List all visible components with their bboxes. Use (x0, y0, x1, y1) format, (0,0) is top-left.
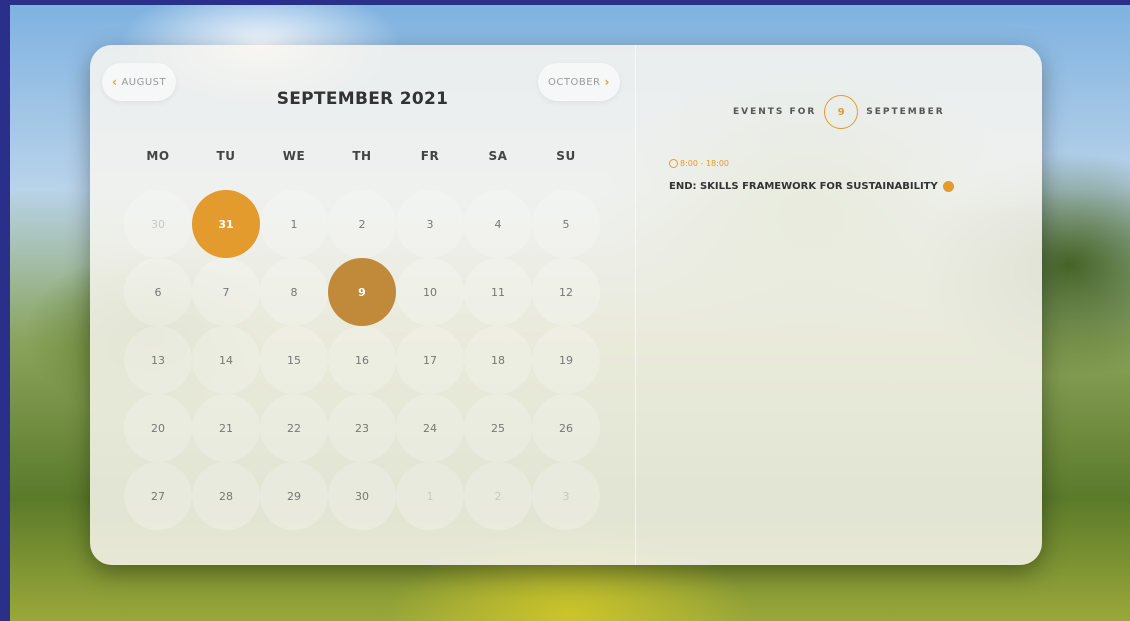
day-cell[interactable]: 10 (396, 258, 464, 326)
chevron-left-icon: ‹ (112, 75, 118, 89)
events-header-prefix: EVENTS FOR (733, 107, 817, 117)
day-cell[interactable]: 6 (124, 258, 192, 326)
day-cell[interactable]: 30 (124, 190, 192, 258)
event-time: 8:00 - 18:00 (669, 159, 729, 168)
weekday-su: SU (556, 149, 576, 163)
clock-icon (669, 159, 678, 168)
day-cell[interactable]: 5 (532, 190, 600, 258)
day-cell[interactable]: 17 (396, 326, 464, 394)
day-cell[interactable]: 23 (328, 394, 396, 462)
day-cell[interactable]: 29 (260, 462, 328, 530)
day-cell[interactable]: 21 (192, 394, 260, 462)
day-cell[interactable]: 26 (532, 394, 600, 462)
weekday-fr: FR (420, 149, 440, 163)
event-time-text: 8:00 - 18:00 (680, 159, 729, 168)
day-cell[interactable]: 15 (260, 326, 328, 394)
events-header-month: SEPTEMBER (866, 107, 945, 117)
calendar-card: ‹ AUGUST OCTOBER › SEPTEMBER 2021 MO TU WE… (90, 45, 1042, 565)
prev-month-label: AUGUST (121, 76, 167, 88)
weekday-we: WE (282, 149, 306, 163)
day-cell[interactable]: 11 (464, 258, 532, 326)
day-cell[interactable]: 27 (124, 462, 192, 530)
day-cell[interactable]: 12 (532, 258, 600, 326)
day-cell[interactable]: 2 (328, 190, 396, 258)
day-cell[interactable]: 18 (464, 326, 532, 394)
day-cell[interactable]: 8 (260, 258, 328, 326)
day-cell[interactable]: 14 (192, 326, 260, 394)
day-cell[interactable]: 16 (328, 326, 396, 394)
day-cell[interactable]: 30 (328, 462, 396, 530)
day-cell[interactable]: 25 (464, 394, 532, 462)
weekday-th: TH (352, 149, 372, 163)
day-cell[interactable]: 28 (192, 462, 260, 530)
chevron-right-icon: › (604, 75, 610, 89)
day-cell[interactable]: 2 (464, 462, 532, 530)
panel-divider (635, 45, 636, 565)
event-title: END: SKILLS FRAMEWORK FOR SUSTAINABILITY (669, 181, 938, 192)
event-item[interactable]: END: SKILLS FRAMEWORK FOR SUSTAINABILITY (669, 181, 954, 192)
day-cell[interactable]: 3 (532, 462, 600, 530)
day-cell[interactable]: 4 (464, 190, 532, 258)
day-cell[interactable]: 24 (396, 394, 464, 462)
day-cell[interactable]: 13 (124, 326, 192, 394)
weekday-tu: TU (216, 149, 236, 163)
next-month-label: OCTOBER (548, 76, 601, 88)
day-cell[interactable]: 7 (192, 258, 260, 326)
weekday-mo: MO (146, 149, 170, 163)
month-title: SEPTEMBER 2021 (276, 89, 449, 109)
event-dot-icon (942, 181, 954, 192)
day-cell[interactable]: 9 (328, 258, 396, 326)
day-cell[interactable]: 20 (124, 394, 192, 462)
day-cell[interactable]: 22 (260, 394, 328, 462)
day-cell[interactable]: 31 (192, 190, 260, 258)
day-cell[interactable]: 1 (396, 462, 464, 530)
day-cell[interactable]: 3 (396, 190, 464, 258)
day-cell[interactable]: 1 (260, 190, 328, 258)
weekday-sa: SA (488, 149, 508, 163)
day-cell[interactable]: 19 (532, 326, 600, 394)
events-day-badge: 9 (824, 95, 859, 129)
events-header: EVENTS FOR 9 SEPTEMBER (733, 95, 945, 129)
